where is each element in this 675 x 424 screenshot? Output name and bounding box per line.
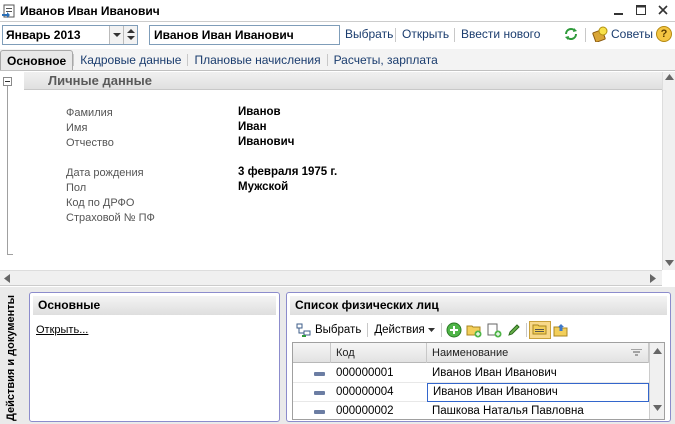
title-bar: Иванов Иван Иванович [0,0,675,22]
personal-data-heading: Личные данные [24,72,662,90]
hierarchy-toggle-button[interactable] [528,321,551,339]
element-icon [314,410,325,414]
app-icon [2,4,16,18]
select-button[interactable]: Выбрать [345,27,393,41]
separator [525,323,527,337]
minimize-button[interactable] [613,3,625,17]
collapse-toggle[interactable] [3,77,12,86]
birth-date-label: Дата рождения [66,167,144,179]
table-row[interactable]: 000000001 Иванов Иван Иванович [293,364,649,383]
maximize-button[interactable] [635,3,647,17]
panel-horizontal-scrollbar[interactable] [0,270,662,286]
tips-button[interactable]: Советы [592,26,653,43]
sort-icon [631,349,642,356]
code-cell: 000000002 [336,405,394,417]
icon-column-header [293,343,331,363]
tips-label: Советы [611,27,653,41]
name-cell: Иванов Иван Иванович [427,383,649,402]
add-button[interactable] [444,322,464,338]
close-button[interactable] [657,3,669,17]
first-name-value: Иван [238,121,267,133]
table-row-selected[interactable]: 000000004 Иванов Иван Иванович [293,383,649,402]
element-icon [314,372,325,376]
last-name-value: Иванов [238,106,281,118]
element-icon [314,391,325,395]
open-button[interactable]: Открыть [402,27,449,41]
period-stepper[interactable] [123,26,137,44]
form-toolbar: Январь 2013 Иванов Иван Иванович Выбрать… [0,22,675,48]
code-cell: 000000004 [336,386,394,398]
help-icon[interactable]: ? [656,26,672,42]
chevron-down-icon [427,327,435,332]
group-line [7,86,8,254]
gender-label: Пол [66,182,87,194]
folder-up-icon [553,322,569,338]
persons-list-heading: Список физических лиц [290,296,667,315]
tab-personnel[interactable]: Кадровые данные [74,50,187,70]
refresh-icon[interactable] [563,26,579,42]
person-field[interactable]: Иванов Иван Иванович [149,25,340,45]
persons-table: Код Наименование 000000001 Иванов Иван И… [292,342,665,420]
drfo-code-label: Код по ДРФО [66,197,135,209]
first-name-label: Имя [66,122,88,134]
new-button[interactable]: Ввести нового [461,27,540,41]
up-level-button[interactable] [551,322,571,338]
separator [395,28,396,42]
table-header: Код Наименование [293,343,649,363]
period-dropdown-button[interactable] [109,26,123,44]
select-hierarchy-icon [296,322,312,338]
add-folder-icon [466,322,482,338]
name-cell: Пашкова Наталья Павловна [432,405,584,417]
add-icon [446,322,462,338]
copy-button[interactable] [484,322,504,338]
separator [585,28,586,42]
list-select-label: Выбрать [315,324,362,336]
open-link[interactable]: Открыть... [36,324,88,336]
actions-menu-button[interactable]: Действия [370,324,438,336]
tab-payroll[interactable]: Расчеты, зарплата [328,50,444,70]
table-row[interactable]: 000000002 Пашкова Наталья Павловна [293,402,649,419]
actions-label: Действия [374,324,425,336]
patronymic-label: Отчество [66,137,114,149]
period-value: Январь 2013 [6,28,81,42]
edit-button[interactable] [504,322,524,338]
name-column-header[interactable]: Наименование [427,343,649,363]
actions-documents-label: Действия и документы [0,292,22,424]
separator [367,323,369,337]
list-select-button[interactable]: Выбрать [292,322,365,338]
tab-bar: Основное Кадровые данные Плановые начисл… [0,49,675,71]
hierarchy-view-icon [532,322,548,338]
main-actions-heading: Основные [33,296,276,315]
code-column-header[interactable]: Код [331,343,427,363]
code-cell: 000000001 [336,367,394,379]
main-actions-box: Основные [29,292,280,422]
list-toolbar: Выбрать Действия [292,320,571,340]
add-group-button[interactable] [464,322,484,338]
gender-value: Мужской [238,181,289,193]
pension-number-label: Страховой № ПФ [66,212,155,224]
actions-documents-text: Действия и документы [5,294,17,422]
lightbulb-book-icon [592,26,608,43]
patronymic-value: Иванович [238,136,295,148]
group-gutter [0,72,16,270]
birth-date-value: 3 февраля 1975 г. [238,166,338,178]
panel-vertical-scrollbar[interactable] [662,72,675,270]
name-cell: Иванов Иван Иванович [432,367,557,379]
pencil-icon [506,322,522,338]
copy-add-icon [486,322,502,338]
window-title: Иванов Иван Иванович [20,3,160,18]
last-name-label: Фамилия [66,107,113,119]
separator [454,28,455,42]
table-vertical-scrollbar[interactable] [649,343,664,419]
period-field[interactable]: Январь 2013 [2,25,138,45]
personal-data-panel: Личные данные Фамилия Иванов Имя Иван От… [0,72,675,270]
separator [440,323,442,337]
tab-planned-accruals[interactable]: Плановые начисления [188,50,326,70]
tab-main[interactable]: Основное [0,50,74,70]
group-line-end [7,254,13,255]
